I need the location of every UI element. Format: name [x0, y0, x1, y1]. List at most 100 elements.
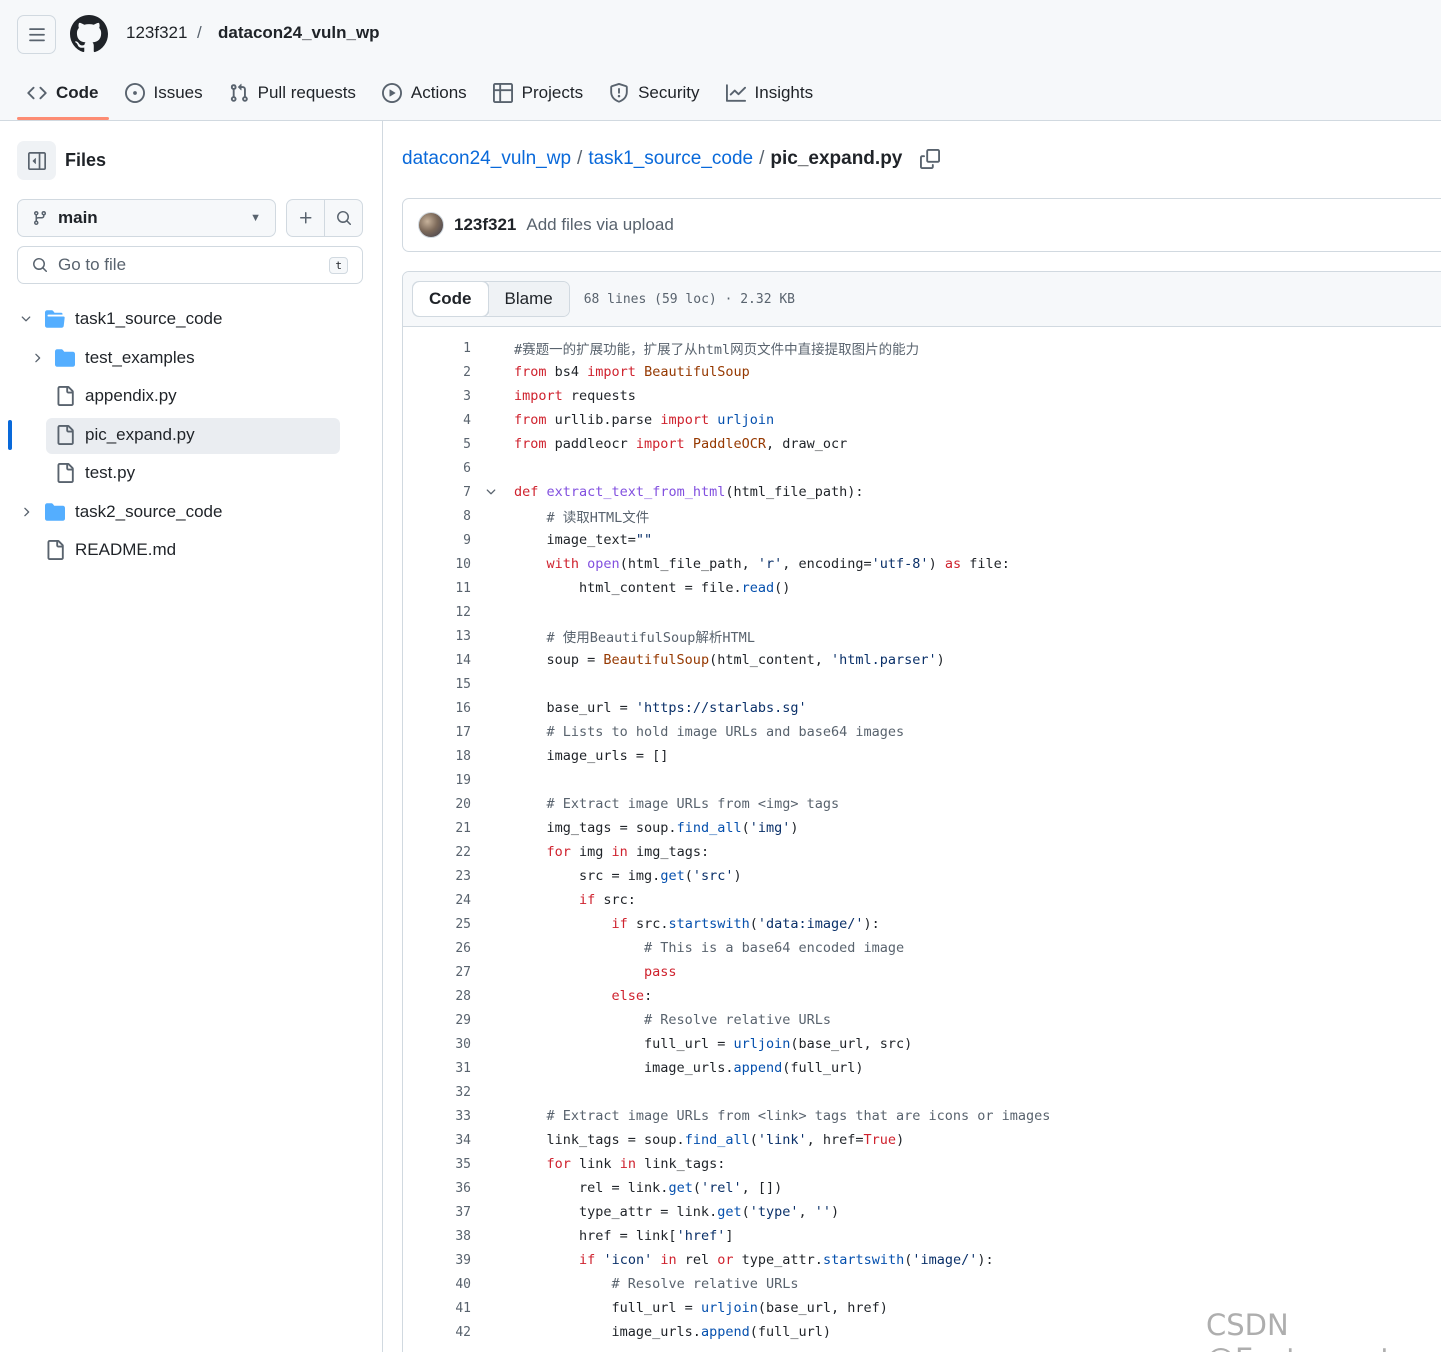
line-number[interactable]: 26 [403, 941, 471, 956]
line-number[interactable]: 15 [403, 677, 471, 692]
line-number[interactable]: 14 [403, 653, 471, 668]
line-number[interactable]: 8 [403, 509, 471, 524]
line-number[interactable]: 11 [403, 581, 471, 596]
code-text: # 使用BeautifulSoup解析HTML [546, 630, 755, 646]
line-number[interactable]: 7 [403, 485, 471, 500]
line-number[interactable]: 31 [403, 1061, 471, 1076]
breadcrumb-folder-link[interactable]: task1_source_code [588, 148, 753, 170]
line-number[interactable]: 4 [403, 413, 471, 428]
line-number[interactable]: 38 [403, 1229, 471, 1244]
line-number[interactable]: 34 [403, 1133, 471, 1148]
line-number[interactable]: 10 [403, 557, 471, 572]
go-to-file-input[interactable]: Go to file t [17, 246, 363, 284]
search-code-button[interactable] [324, 200, 362, 236]
line-number[interactable]: 25 [403, 917, 471, 932]
avatar[interactable] [418, 212, 444, 238]
line-number[interactable]: 40 [403, 1277, 471, 1292]
line-number[interactable]: 23 [403, 869, 471, 884]
tab-actions[interactable]: Actions [372, 70, 477, 116]
code-text: html_content = file.read() [514, 580, 791, 596]
chevron-right-icon[interactable] [30, 351, 44, 365]
code-text: # Lists to hold image URLs and base64 im… [546, 724, 905, 740]
file-breadcrumb: datacon24_vuln_wp / task1_source_code / … [402, 148, 941, 170]
line-number[interactable]: 42 [403, 1325, 471, 1340]
tree-item-label: test.py [85, 463, 136, 483]
code-text: # Resolve relative URLs [611, 1276, 799, 1292]
add-file-button[interactable] [287, 200, 324, 236]
code-line: 12 [403, 600, 1441, 624]
github-logo-icon[interactable] [70, 15, 108, 53]
code-text: image_text="" [514, 532, 653, 548]
line-number[interactable]: 13 [403, 629, 471, 644]
tree-item-task2-source-code[interactable]: task2_source_code [0, 493, 383, 532]
code-line: 40 # Resolve relative URLs [403, 1272, 1441, 1296]
line-number[interactable]: 16 [403, 701, 471, 716]
commit-author[interactable]: 123f321 [454, 215, 516, 235]
fold-chevron-icon[interactable] [484, 485, 498, 499]
line-number[interactable]: 20 [403, 797, 471, 812]
tree-item-pic-expand-py[interactable]: pic_expand.py [0, 416, 383, 455]
chevron-down-icon[interactable] [19, 312, 33, 326]
latest-commit-box: 123f321 Add files via upload [402, 198, 1441, 252]
code-line: 27 pass [403, 960, 1441, 984]
code-line: 16 base_url = 'https://starlabs.sg' [403, 696, 1441, 720]
line-number[interactable]: 35 [403, 1157, 471, 1172]
collapse-sidebar-button[interactable] [17, 141, 56, 180]
line-number[interactable]: 27 [403, 965, 471, 980]
commit-message[interactable]: Add files via upload [526, 215, 673, 235]
line-number[interactable]: 32 [403, 1085, 471, 1100]
line-number[interactable]: 33 [403, 1109, 471, 1124]
tree-item-appendix-py[interactable]: appendix.py [0, 377, 383, 416]
tab-pull-requests[interactable]: Pull requests [219, 70, 366, 116]
tree-item-test-examples[interactable]: test_examples [0, 339, 383, 378]
tree-item-test-py[interactable]: test.py [0, 454, 383, 493]
folder-open-icon [45, 310, 65, 328]
code-view-button[interactable]: Code [413, 282, 489, 316]
branch-selector[interactable]: main ▼ [17, 199, 276, 237]
breadcrumb-repo-link[interactable]: datacon24_vuln_wp [402, 148, 571, 170]
code-viewer: Code Blame 68 lines (59 loc) · 2.32 KB 1… [402, 271, 1441, 1352]
line-number[interactable]: 28 [403, 989, 471, 1004]
tab-actions-label: Actions [410, 83, 467, 102]
chevron-right-icon[interactable] [19, 505, 33, 519]
tab-insights[interactable]: Insights [716, 70, 824, 116]
repo-owner-link[interactable]: 123f321 [126, 23, 187, 43]
tree-item-readme-md[interactable]: README.md [0, 531, 383, 570]
line-number[interactable]: 37 [403, 1205, 471, 1220]
line-number[interactable]: 2 [403, 365, 471, 380]
tab-security[interactable]: Security [599, 70, 709, 116]
code-text: def extract_text_from_html(html_file_pat… [514, 484, 864, 500]
menu-button[interactable] [17, 15, 56, 54]
code-line: 19 [403, 768, 1441, 792]
code-line: 8 # 读取HTML文件 [403, 504, 1441, 528]
line-number[interactable]: 22 [403, 845, 471, 860]
blame-view-button[interactable]: Blame [488, 282, 569, 316]
line-number[interactable]: 1 [403, 341, 471, 356]
line-number[interactable]: 17 [403, 725, 471, 740]
line-number[interactable]: 3 [403, 389, 471, 404]
line-number[interactable]: 12 [403, 605, 471, 620]
repo-name-link[interactable]: datacon24_vuln_wp [218, 23, 380, 43]
tab-projects-label: Projects [521, 83, 584, 102]
line-number[interactable]: 39 [403, 1253, 471, 1268]
line-number[interactable]: 24 [403, 893, 471, 908]
copy-icon[interactable] [920, 149, 941, 169]
line-number[interactable]: 36 [403, 1181, 471, 1196]
line-number[interactable]: 19 [403, 773, 471, 788]
file-icon [47, 540, 64, 560]
code-text: # 读取HTML文件 [546, 510, 650, 526]
line-number[interactable]: 41 [403, 1301, 471, 1316]
tab-projects[interactable]: Projects [483, 70, 593, 116]
line-number[interactable]: 30 [403, 1037, 471, 1052]
tree-item-task1-source-code[interactable]: task1_source_code [0, 300, 383, 339]
tab-issues[interactable]: Issues [115, 70, 213, 116]
repo-nav: Code Issues Pull requests Actions Projec… [17, 70, 829, 120]
line-number[interactable]: 21 [403, 821, 471, 836]
line-number[interactable]: 9 [403, 533, 471, 548]
line-number[interactable]: 5 [403, 437, 471, 452]
line-number[interactable]: 29 [403, 1013, 471, 1028]
line-number[interactable]: 18 [403, 749, 471, 764]
tab-code[interactable]: Code [17, 70, 109, 120]
selection-indicator [8, 419, 12, 450]
line-number[interactable]: 6 [403, 461, 471, 476]
